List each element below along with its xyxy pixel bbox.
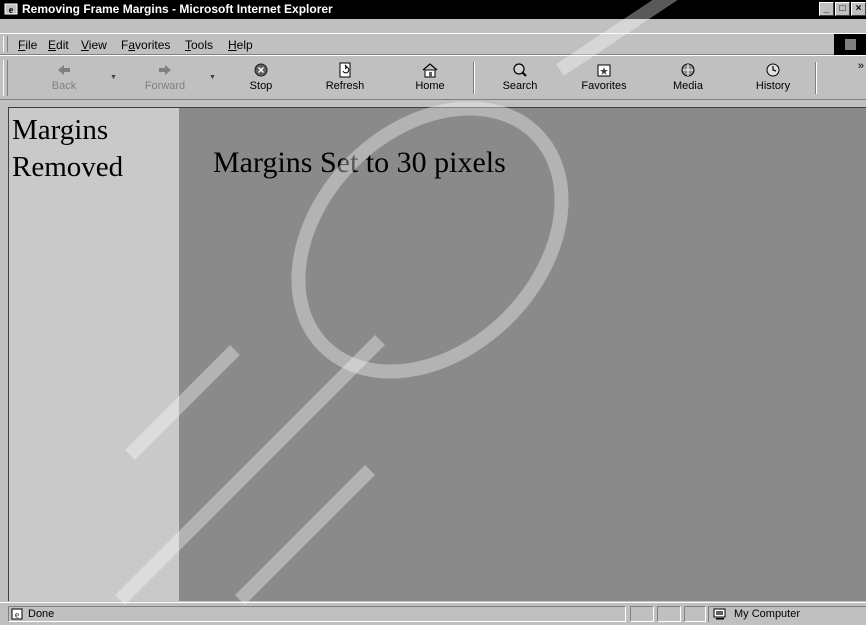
favorites-icon [597, 64, 611, 77]
page-done-icon: e [11, 608, 23, 620]
left-frame-text: Margins Removed [12, 114, 124, 183]
windows-flag-icon [845, 39, 856, 50]
status-message-panel: e Done [8, 606, 626, 622]
menu-tools[interactable]: Tools [185, 37, 213, 53]
windows-logo [834, 34, 866, 55]
menubar-grip[interactable] [3, 36, 8, 52]
browser-window: e Removing Frame Margins - Microsoft Int… [0, 0, 866, 625]
refresh-icon [339, 62, 351, 78]
title-bar: e Removing Frame Margins - Microsoft Int… [0, 0, 866, 19]
status-text: Done [28, 608, 55, 620]
menu-favorites[interactable]: Favorites [121, 37, 170, 53]
standard-toolbar: Back ▼ Forward ▼ Stop Refresh Home Searc… [0, 55, 866, 100]
forward-button[interactable]: Forward [140, 60, 190, 98]
home-button[interactable]: Home [410, 60, 450, 98]
menu-edit[interactable]: Edit [48, 37, 69, 53]
toolbar-grip[interactable] [3, 60, 8, 96]
browser-viewport: Margins Removed Margins Set to 30 pixels [8, 107, 866, 601]
toolbar-separator [473, 62, 475, 94]
stop-icon [254, 63, 268, 77]
maximize-button[interactable]: □ [835, 2, 850, 16]
stop-button[interactable]: Stop [243, 60, 279, 98]
right-frame-text: Margins Set to 30 pixels [213, 146, 506, 179]
minimize-button[interactable]: _ [819, 2, 834, 16]
status-cell-security [684, 606, 706, 622]
security-zone-text: My Computer [734, 608, 801, 620]
menu-view[interactable]: View [81, 37, 107, 53]
left-frame: Margins Removed [9, 108, 179, 601]
media-icon [681, 63, 695, 77]
favorites-button[interactable]: Favorites [576, 60, 632, 98]
back-arrow-icon [58, 65, 70, 75]
menu-help[interactable]: Help [228, 37, 253, 53]
window-title: Removing Frame Margins - Microsoft Inter… [22, 2, 333, 16]
refresh-button[interactable]: Refresh [320, 60, 370, 98]
security-zone-panel: My Computer [708, 606, 866, 622]
status-cell-progress [630, 606, 654, 622]
history-button[interactable]: History [750, 60, 796, 98]
status-cell-offline [657, 606, 681, 622]
menu-bar: File Edit View Favorites Tools Help [0, 33, 866, 55]
window-controls: _ □ × [818, 2, 866, 16]
my-computer-icon [713, 608, 726, 620]
right-frame: Margins Set to 30 pixels [179, 108, 866, 601]
search-icon [513, 63, 527, 77]
menu-file[interactable]: File [18, 37, 37, 53]
toolbar-chevron-icon[interactable]: » [858, 60, 864, 72]
search-button[interactable]: Search [497, 60, 543, 98]
back-dropdown-icon[interactable]: ▼ [110, 74, 117, 81]
forward-dropdown-icon[interactable]: ▼ [209, 74, 216, 81]
close-button[interactable]: × [851, 2, 866, 16]
svg-text:e: e [15, 610, 19, 620]
back-button[interactable]: Back [44, 60, 84, 98]
toolbar-separator [815, 62, 817, 94]
status-bar: e Done My Computer [0, 602, 866, 625]
media-button[interactable]: Media [668, 60, 708, 98]
home-icon [422, 63, 438, 78]
internet-explorer-icon: e [4, 3, 18, 16]
forward-arrow-icon [159, 65, 171, 75]
history-icon [766, 63, 780, 77]
svg-text:e: e [9, 5, 14, 16]
